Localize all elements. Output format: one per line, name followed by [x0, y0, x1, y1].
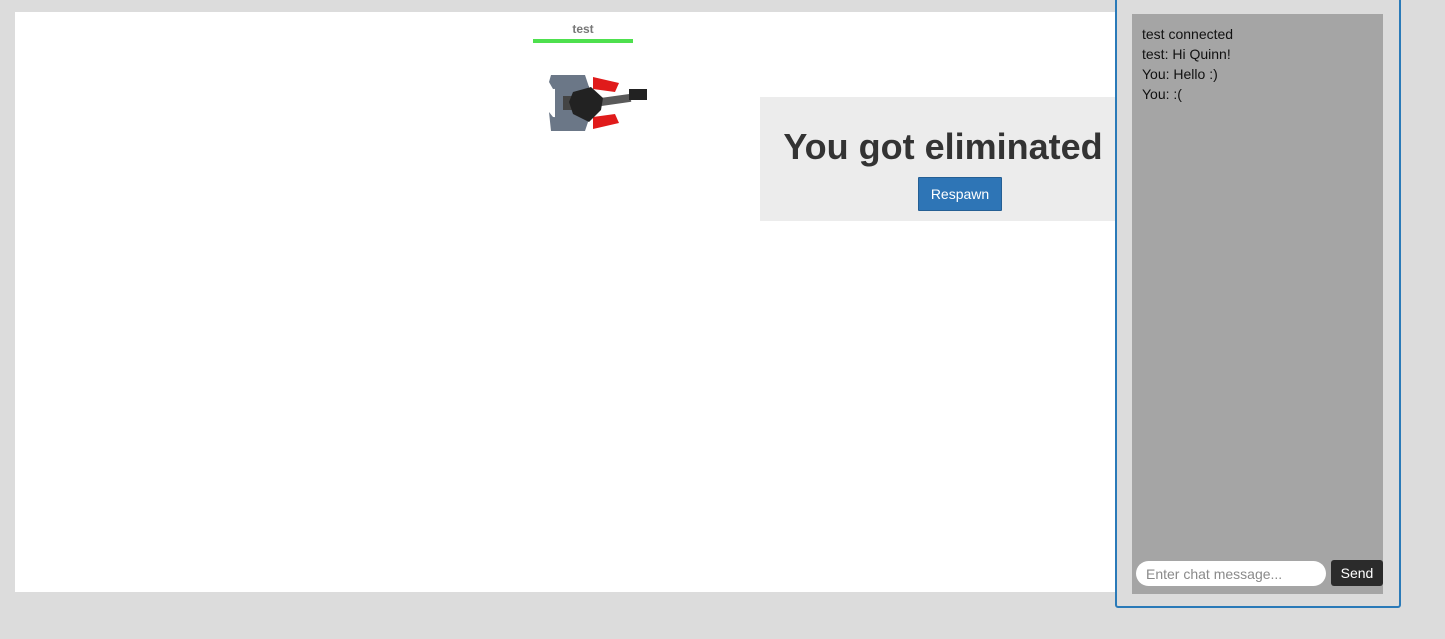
tank-barrel [600, 93, 632, 106]
chat-message: You: :( [1142, 86, 1182, 102]
tank-muzzle [629, 89, 647, 100]
player-tank [549, 75, 647, 131]
chat-panel: test connected test: Hi Quinn! You: Hell… [1115, 0, 1401, 608]
player-health-fill [533, 39, 633, 43]
death-overlay: You got eliminated :( Respawn [760, 97, 1160, 221]
player-name-label: test [572, 22, 594, 36]
tank-accent-top [593, 77, 619, 92]
chat-message-input[interactable] [1136, 561, 1326, 586]
chat-log[interactable]: test connected test: Hi Quinn! You: Hell… [1132, 14, 1383, 558]
chat-message: test connected [1142, 26, 1234, 42]
chat-message: You: Hello :) [1142, 66, 1218, 82]
respawn-button[interactable]: Respawn [918, 177, 1002, 211]
chat-input-row: Send [1132, 558, 1383, 594]
death-title: You got eliminated :( [783, 126, 1137, 167]
player-health-bar [533, 39, 633, 43]
tank-accent-bottom [593, 114, 619, 129]
send-button[interactable]: Send [1331, 560, 1383, 586]
chat-message: test: Hi Quinn! [1142, 46, 1231, 62]
